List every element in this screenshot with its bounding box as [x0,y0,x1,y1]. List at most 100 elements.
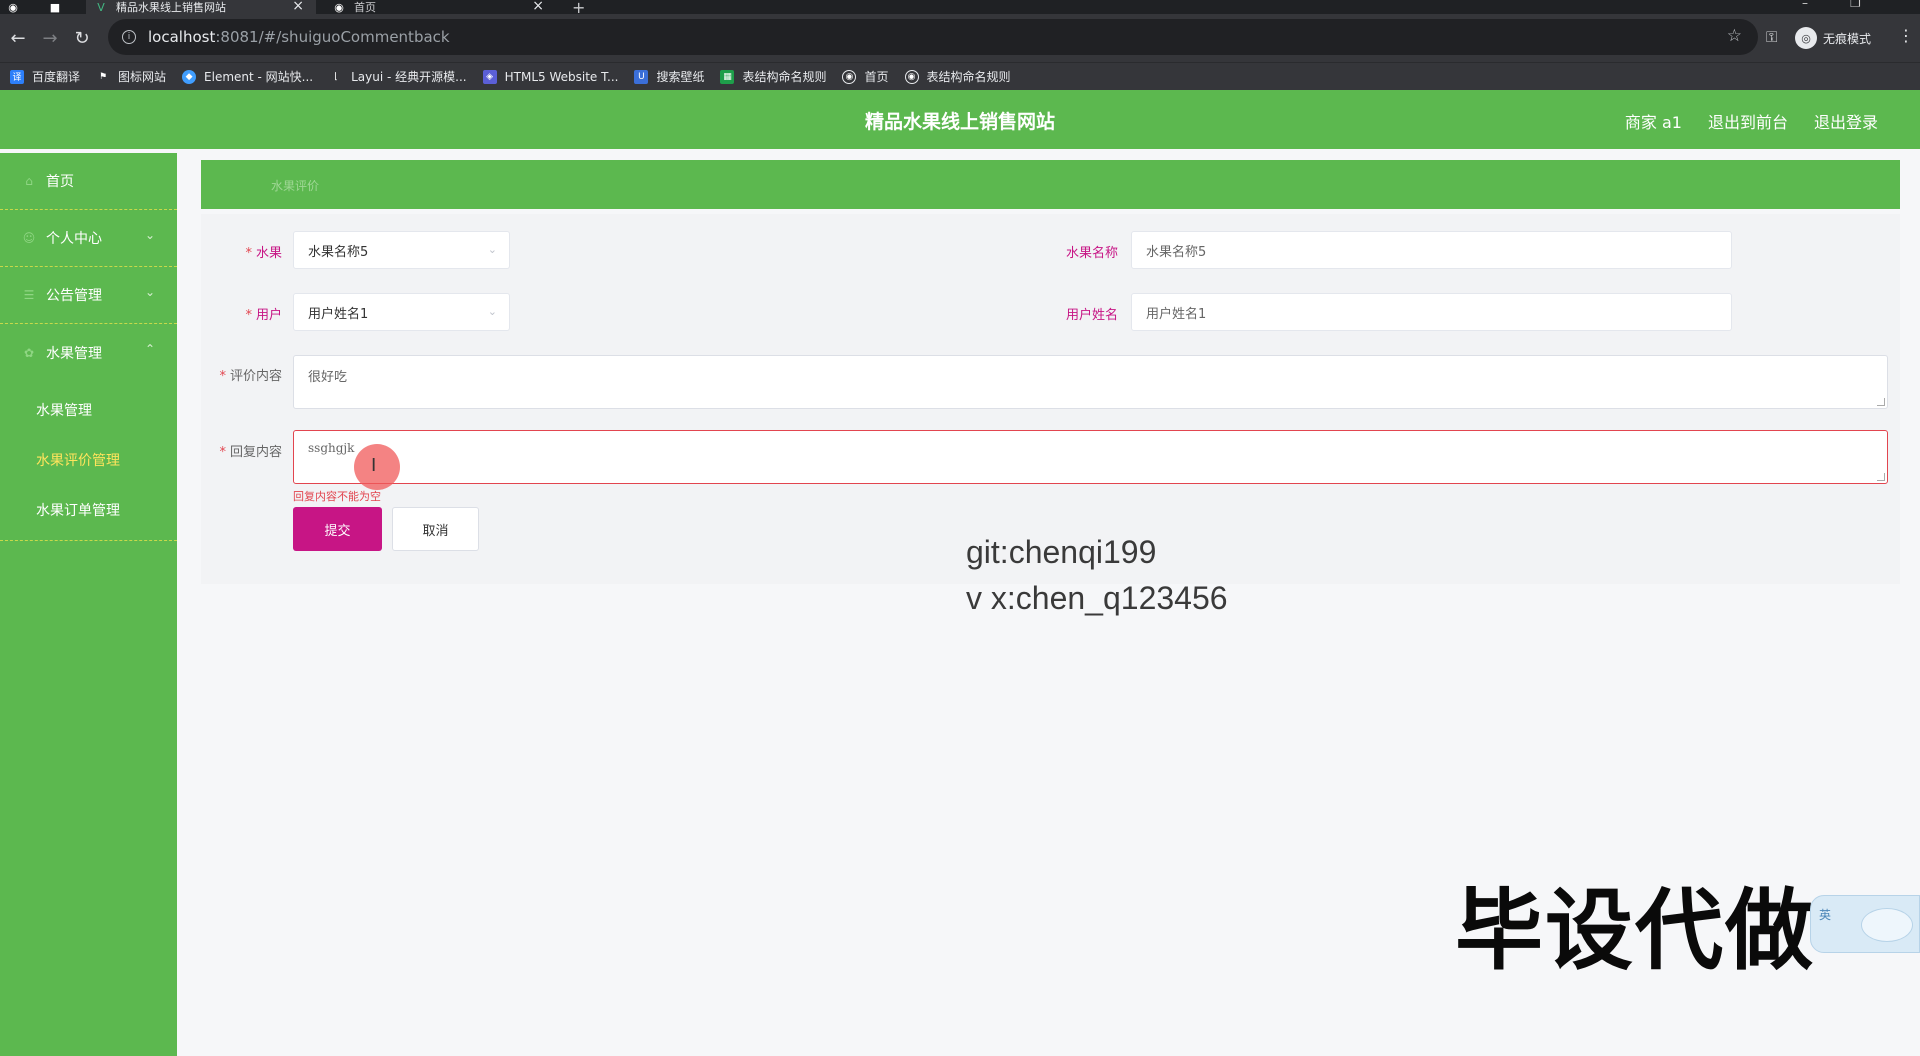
element-icon: ◆ [182,69,197,84]
comment-textarea[interactable]: 很好吃 [293,355,1888,409]
bookmark-label: 图标网站 [118,70,167,84]
ime-indicator: 英 [1819,908,1832,922]
bookmark-item[interactable]: ⌊ Layui - 经典开源模... [329,68,466,85]
comment-value: 很好吃 [308,370,348,385]
translate-icon: 译 [10,69,24,84]
globe-icon: ◉ [904,69,919,84]
cursor-highlight: I [354,444,400,490]
url-path: :8081/#/shuiguoCommentback [215,28,450,46]
sidebar-item-personal-center[interactable]: ☺ 个人中心 ⌄ [0,210,177,267]
cancel-button[interactable]: 取消 [392,507,479,551]
bookmark-item[interactable]: ▦ 表结构命名规则 [720,68,826,85]
sidebar-item-fruits[interactable]: ✿ 水果管理 ⌃ [0,324,177,381]
exit-to-frontend-link[interactable]: 退出到前台 [1708,109,1788,133]
chevron-up-icon: ⌃ [144,342,155,356]
fruit-name-value: 水果名称5 [1146,244,1207,260]
app-header: 精品水果线上销售网站 商家 a1 退出到前台 退出登录 [0,90,1920,149]
bookmark-label: 首页 [864,70,889,84]
logout-link[interactable]: 退出登录 [1814,109,1878,133]
required-mark: * [245,308,252,323]
comment-label-text: 评价内容 [229,369,282,384]
menu-kebab-icon[interactable]: ⋮ [1898,26,1914,45]
bookmark-label: Layui - 经典开源模... [351,70,467,84]
browser-icon: ◉ [6,0,34,14]
new-tab-button[interactable]: + [572,0,592,17]
sidebar-item-label: 个人中心 [46,231,102,247]
bookmark-label: 搜索壁纸 [656,70,705,84]
sheet-icon: ▦ [720,69,735,84]
browser-tab-strip: ◉ ■ V 精品水果线上销售网站 × ◉ 首页 × + – ❐ [0,0,1920,17]
sidebar-subitem-fruit-comments[interactable]: 水果评价管理 [0,435,177,485]
user-label-text: 用户 [255,308,282,323]
bookmark-label: 表结构命名规则 [926,70,1011,84]
tab-inactive[interactable]: ◉ 首页 × [324,0,556,14]
watermark-git: git:chenqi199 [966,534,1157,570]
user-name-field[interactable]: 用户姓名1 [1131,293,1732,331]
incognito-label: 无痕模式 [1823,31,1872,46]
submit-button[interactable]: 提交 [293,507,382,551]
user-name-label: 用户姓名 [1065,308,1118,323]
promo-banner-text: 毕设代做 [1455,879,1816,982]
sidebar-subitem-fruit-orders[interactable]: 水果订单管理 [0,485,177,535]
bookmark-item[interactable]: ◉ 表结构命名规则 [904,68,1011,85]
globe-icon: ◉ [842,69,857,84]
bookmark-item[interactable]: ⚑ 图标网站 [96,68,166,85]
watermark-vx: v x:chen_q123456 [966,580,1228,616]
fruit-label: * 水果 [220,242,282,261]
incognito-indicator[interactable]: ◎ 无痕模式 [1795,25,1871,51]
html5-icon: ◈ [482,69,497,84]
bookmark-star-icon[interactable]: ☆ [1727,26,1742,46]
user-select-value: 用户姓名1 [308,306,369,322]
fruit-name-field[interactable]: 水果名称5 [1131,231,1732,269]
bookmark-item[interactable]: ◉ 首页 [842,68,889,85]
forward-icon[interactable]: → [36,24,64,52]
comment-label: * 评价内容 [200,365,282,384]
sidebar-subitem-fruit-management[interactable]: 水果管理 [0,385,177,435]
url-host: localhost [148,28,216,46]
home-icon: ⌂ [25,174,33,188]
reload-icon[interactable]: ↻ [68,24,96,52]
text-cursor-icon: I [371,455,377,476]
site-info-icon[interactable]: i [122,30,136,44]
bookmark-item[interactable]: ◈ HTML5 Website T... [482,69,619,84]
tab-close-icon[interactable]: × [292,0,304,14]
reply-textarea[interactable]: ssghgjk [293,430,1888,484]
tab-overview-button[interactable]: ■ [48,0,78,14]
reply-label: * 回复内容 [200,441,282,460]
bookmark-label: 表结构命名规则 [742,70,827,84]
merchant-account-link[interactable]: 商家 a1 [1625,109,1682,133]
reply-error-message: 回复内容不能为空 [293,490,381,503]
chevron-down-icon: ⌄ [144,228,155,242]
bookmark-label: HTML5 Website T... [504,69,619,84]
globe-favicon-icon: ◉ [334,0,344,14]
tab-close-icon[interactable]: × [532,0,544,14]
bookmark-item[interactable]: ◆ Element - 网站快... [182,68,313,85]
back-icon[interactable]: ← [4,24,32,52]
fruit-select[interactable]: 水果名称5 ⌄ [293,231,510,269]
layui-icon: ⌊ [334,71,338,82]
sidebar: ⌂ 首页 ☺ 个人中心 ⌄ ☰ 公告管理 ⌄ ✿ 水果管理 ⌃ 水果管理 水果评… [0,153,177,1056]
key-icon[interactable]: ⚿ [1766,28,1777,46]
sidebar-item-home[interactable]: ⌂ 首页 [0,153,177,210]
bookmark-item[interactable]: 译百度翻译 [10,68,80,85]
flag-icon: ⚑ [98,71,108,82]
bookmark-item[interactable]: U 搜索壁纸 [634,68,704,85]
required-mark: * [245,246,252,261]
header-links: 商家 a1 退出到前台 退出登录 [1599,109,1878,133]
resize-handle-icon[interactable] [1877,473,1885,481]
bookmark-label: 百度翻译 [32,70,81,84]
breadcrumb-text: 水果评价 [271,179,320,193]
restore-icon[interactable]: ❐ [1850,0,1861,10]
incognito-icon: ◎ [1795,27,1817,49]
user-name-value: 用户姓名1 [1146,306,1207,322]
url-field[interactable]: i localhost :8081/#/shuiguoCommentback ☆ [108,19,1758,55]
sidebar-item-notices[interactable]: ☰ 公告管理 ⌄ [0,267,177,324]
breadcrumb: 水果评价 [201,160,1900,209]
mascot-widget[interactable]: 英 [1810,895,1920,953]
tab-title: 首页 [354,1,376,14]
tab-active[interactable]: V 精品水果线上销售网站 × [86,0,316,14]
user-select[interactable]: 用户姓名1 ⌄ [293,293,510,331]
minimize-icon[interactable]: – [1802,0,1808,10]
required-mark: * [219,369,226,384]
resize-handle-icon[interactable] [1877,398,1885,406]
